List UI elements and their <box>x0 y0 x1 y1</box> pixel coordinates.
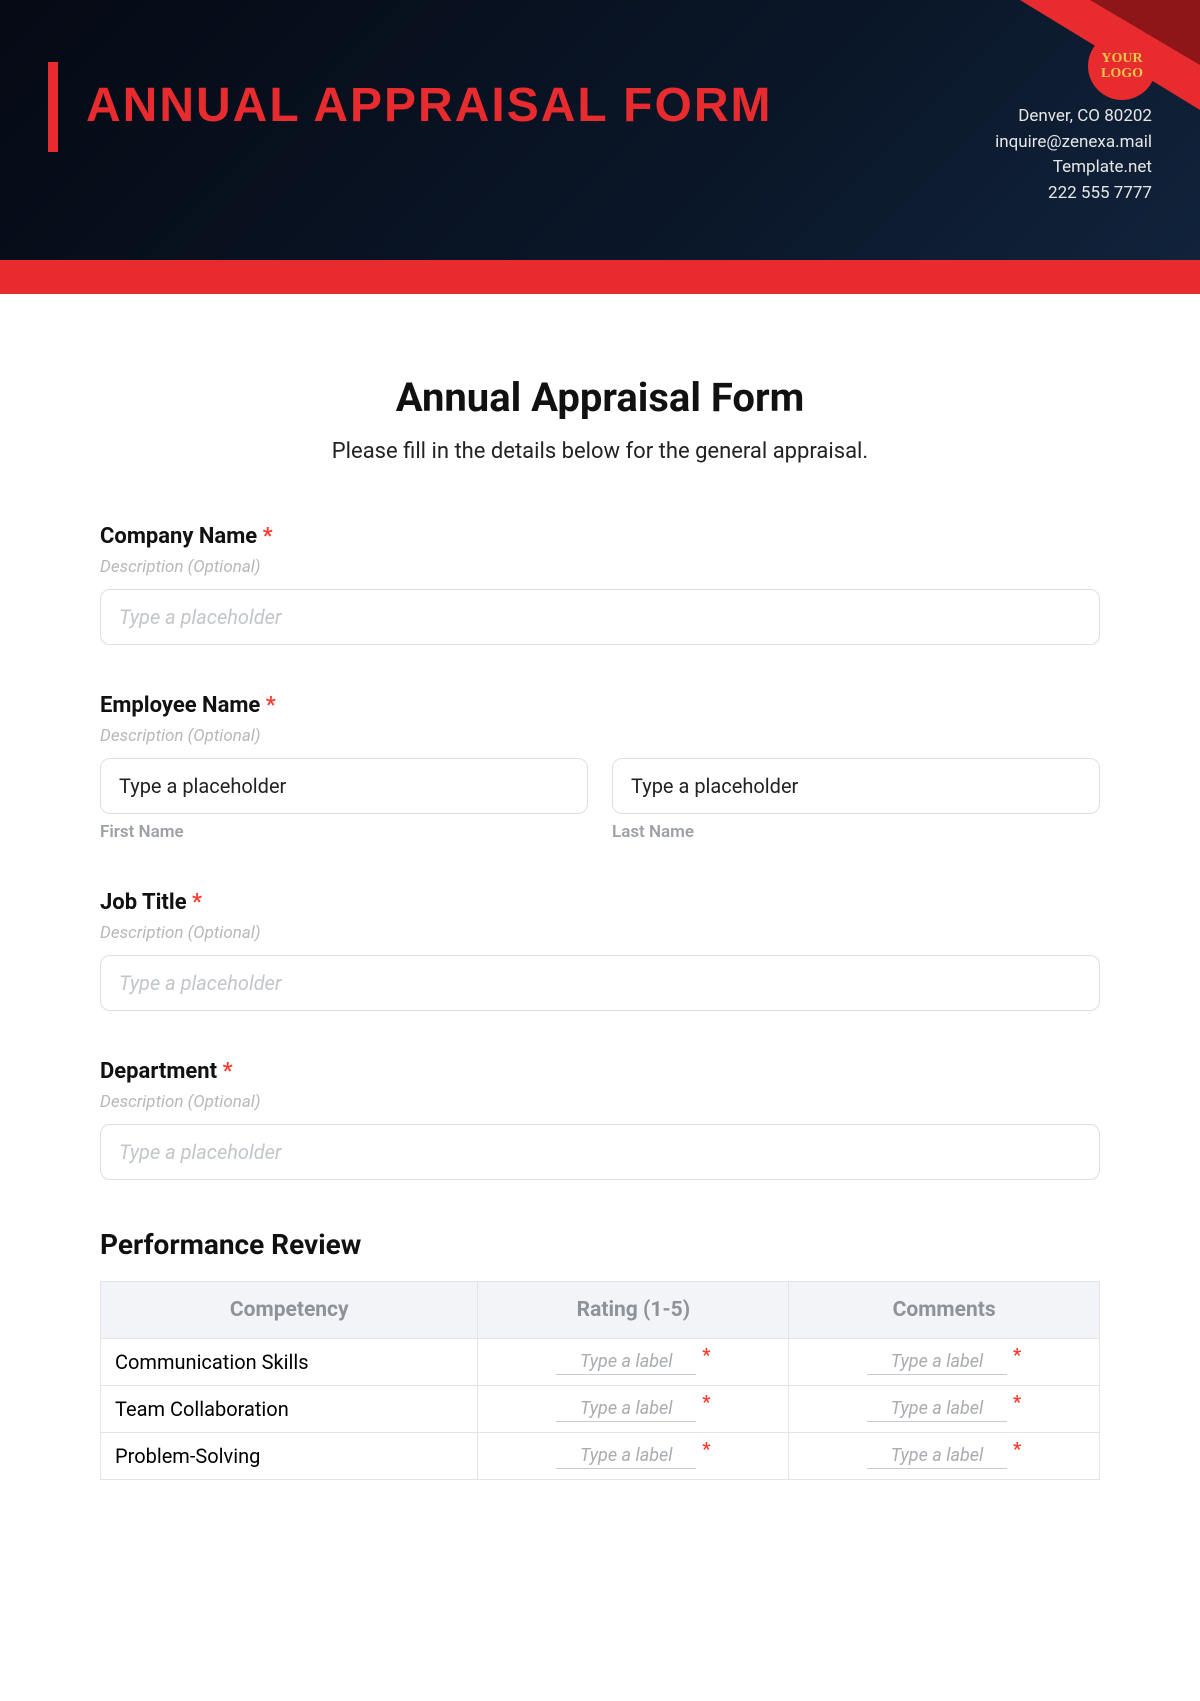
last-name-input[interactable] <box>612 758 1100 814</box>
department-label-text: Department <box>100 1059 217 1084</box>
department-label: Department * <box>100 1059 1100 1084</box>
col-rating: Rating (1-5) <box>478 1282 789 1339</box>
required-mark: * <box>702 1345 710 1366</box>
company-desc: Description (Optional) <box>100 557 1100 577</box>
jobtitle-label: Job Title * <box>100 890 1100 915</box>
rating-input[interactable] <box>556 1349 696 1375</box>
competency-cell: Team Collaboration <box>101 1386 478 1433</box>
form-title: Annual Appraisal Form <box>100 374 1100 421</box>
first-name-sublabel: First Name <box>100 822 588 842</box>
comments-input[interactable] <box>867 1349 1007 1375</box>
company-label: Company Name * <box>100 524 1100 549</box>
logo-badge: YOUR LOGO <box>1088 32 1156 100</box>
field-department: Department * Description (Optional) <box>100 1059 1100 1180</box>
table-row: Problem-Solving * * <box>101 1433 1100 1480</box>
company-label-text: Company Name <box>100 524 257 549</box>
field-company: Company Name * Description (Optional) <box>100 524 1100 645</box>
required-mark: * <box>223 1059 233 1084</box>
comments-input[interactable] <box>867 1443 1007 1469</box>
required-mark: * <box>1013 1439 1021 1460</box>
employee-label-text: Employee Name <box>100 693 260 718</box>
last-name-sublabel: Last Name <box>612 822 1100 842</box>
competency-cell: Communication Skills <box>101 1339 478 1386</box>
department-input[interactable] <box>100 1124 1100 1180</box>
col-comments: Comments <box>789 1282 1100 1339</box>
company-input[interactable] <box>100 589 1100 645</box>
employee-label: Employee Name * <box>100 693 1100 718</box>
field-jobtitle: Job Title * Description (Optional) <box>100 890 1100 1011</box>
comments-input[interactable] <box>867 1396 1007 1422</box>
logo-text: YOUR LOGO <box>1088 51 1156 82</box>
performance-title: Performance Review <box>100 1228 1100 1261</box>
required-mark: * <box>702 1392 710 1413</box>
col-competency: Competency <box>101 1282 478 1339</box>
form-subtitle: Please fill in the details below for the… <box>100 439 1100 464</box>
required-mark: * <box>192 890 202 915</box>
required-mark: * <box>1013 1345 1021 1366</box>
red-strip <box>0 260 1200 294</box>
page-header: YOUR LOGO ANNUAL APPRAISAL FORM Denver, … <box>0 0 1200 260</box>
competency-cell: Problem-Solving <box>101 1433 478 1480</box>
header-title: ANNUAL APPRAISAL FORM <box>86 78 772 133</box>
required-mark: * <box>263 524 273 549</box>
header-contact: Denver, CO 80202 inquire@zenexa.mail Tem… <box>995 104 1152 206</box>
contact-address: Denver, CO 80202 <box>995 104 1152 130</box>
performance-table: Competency Rating (1-5) Comments Communi… <box>100 1281 1100 1480</box>
jobtitle-input[interactable] <box>100 955 1100 1011</box>
required-mark: * <box>266 693 276 718</box>
jobtitle-desc: Description (Optional) <box>100 923 1100 943</box>
table-row: Communication Skills * * <box>101 1339 1100 1386</box>
jobtitle-label-text: Job Title <box>100 890 187 915</box>
accent-bar-icon <box>48 62 58 152</box>
field-employee: Employee Name * Description (Optional) F… <box>100 693 1100 842</box>
department-desc: Description (Optional) <box>100 1092 1100 1112</box>
employee-desc: Description (Optional) <box>100 726 1100 746</box>
contact-site: Template.net <box>995 155 1152 181</box>
contact-phone: 222 555 7777 <box>995 181 1152 207</box>
required-mark: * <box>1013 1392 1021 1413</box>
rating-input[interactable] <box>556 1396 696 1422</box>
table-row: Team Collaboration * * <box>101 1386 1100 1433</box>
rating-input[interactable] <box>556 1443 696 1469</box>
contact-email: inquire@zenexa.mail <box>995 130 1152 156</box>
first-name-input[interactable] <box>100 758 588 814</box>
form-body: Annual Appraisal Form Please fill in the… <box>0 294 1200 1520</box>
required-mark: * <box>702 1439 710 1460</box>
